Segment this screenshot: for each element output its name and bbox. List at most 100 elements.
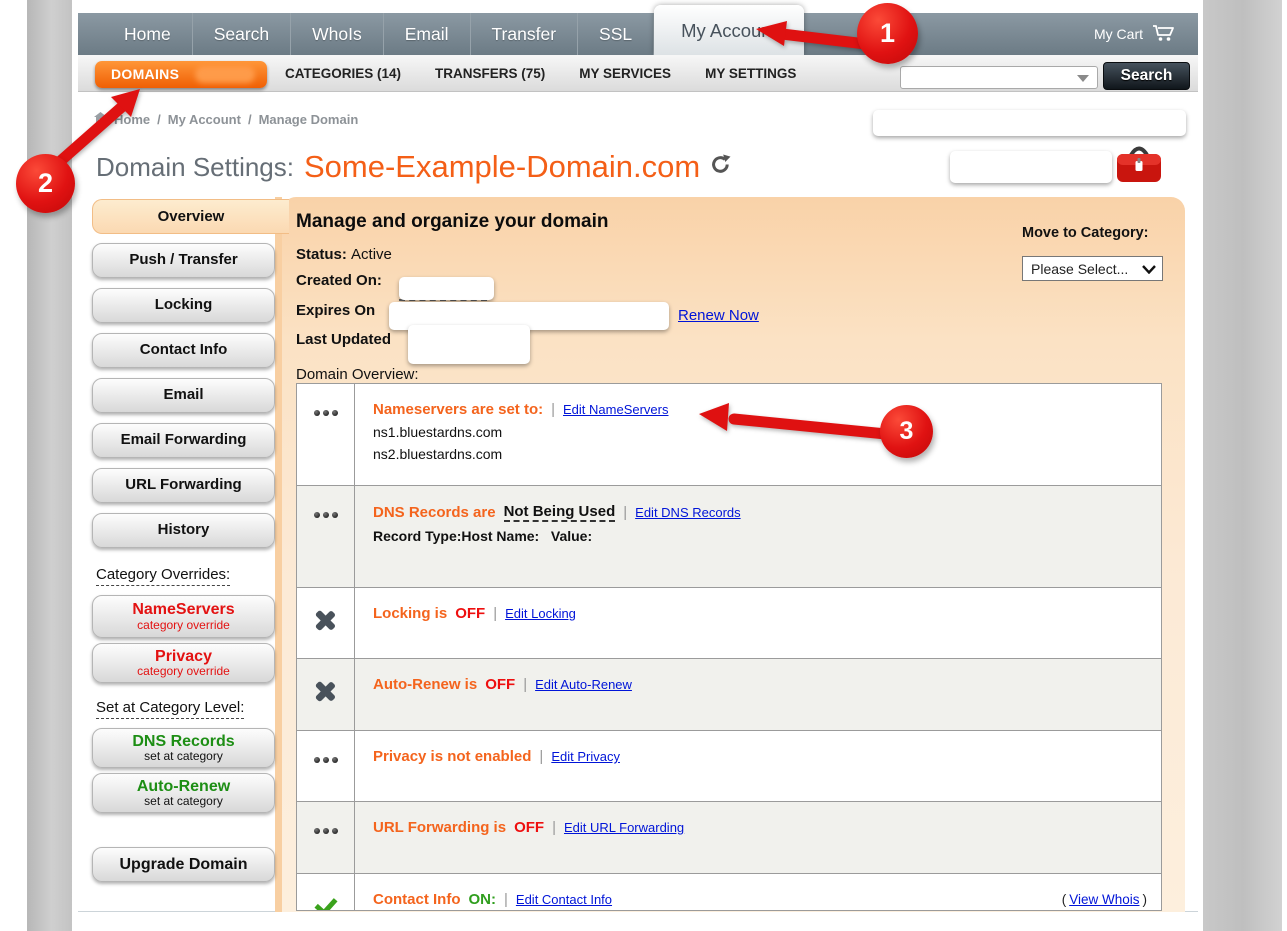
search-button[interactable]: Search <box>1103 62 1190 90</box>
table-row-auto-renew: Auto-Renew is OFF | Edit Auto-Renew <box>297 658 1161 730</box>
category-overrides-label: Category Overrides: <box>96 566 230 586</box>
dots-icon <box>314 757 338 801</box>
status-label: Status: <box>296 246 347 263</box>
domain-overview-table: Nameservers are set to: | Edit NameServe… <box>296 383 1162 911</box>
right-margin <box>1203 0 1282 931</box>
table-row-nameservers: Nameservers are set to: | Edit NameServe… <box>297 384 1161 485</box>
my-cart-label: My Cart <box>1094 26 1143 42</box>
renew-now-link[interactable]: Renew Now <box>678 307 759 324</box>
subnav-item-my-services[interactable]: MY SERVICES <box>579 66 671 81</box>
row-status: Not Being Used <box>504 503 616 522</box>
sidebar-item-email-forwarding[interactable]: Email Forwarding <box>92 423 275 458</box>
upgrade-domain-button[interactable]: Upgrade Domain <box>92 847 275 882</box>
subnav-item-transfers[interactable]: TRANSFERS (75) <box>435 66 545 81</box>
redacted-box <box>873 110 1186 136</box>
my-cart-button[interactable]: My Cart <box>1094 13 1198 55</box>
dots-icon <box>314 410 338 485</box>
sidebar-item-url-forwarding[interactable]: URL Forwarding <box>92 468 275 503</box>
status-value: Active <box>351 246 392 263</box>
category-select[interactable]: Please Select... <box>1022 256 1163 281</box>
category-level-label: Auto-Renew <box>137 778 230 796</box>
view-whois-link[interactable]: View Whois <box>1069 892 1139 907</box>
panel-edge <box>275 197 282 912</box>
domain-name: Some-Example-Domain.com <box>304 149 700 185</box>
main-nav: Home Search WhoIs Email Transfer SSL My … <box>78 13 1198 55</box>
refresh-icon[interactable] <box>710 154 731 180</box>
nameserver-value: ns2.bluestardns.com <box>373 446 1147 462</box>
sidebar-item-email[interactable]: Email <box>92 378 275 413</box>
sidebar-item-locking[interactable]: Locking <box>92 288 275 323</box>
tab-my-account[interactable]: My Account <box>654 5 804 55</box>
row-title: DNS Records are <box>373 504 496 521</box>
tab-search[interactable]: Search <box>193 13 291 55</box>
created-line: Created On: <box>296 272 382 289</box>
sidebar-item-history[interactable]: History <box>92 513 275 548</box>
set-at-category-label: Set at Category Level: <box>96 699 244 719</box>
domains-label: DOMAINS <box>111 66 179 82</box>
category-level-sublabel: set at category <box>144 795 223 808</box>
dots-icon <box>314 512 338 587</box>
updated-label: Last Updated <box>296 331 391 348</box>
chevron-down-icon <box>1142 265 1156 274</box>
cart-icon <box>1152 24 1176 45</box>
renew-now-wrap: Renew Now <box>678 307 759 324</box>
tab-home[interactable]: Home <box>103 13 193 55</box>
paren-close: ) <box>1143 892 1148 907</box>
sidebar-item-nameservers-override[interactable]: NameServers category override <box>92 595 275 638</box>
divider: | <box>504 891 508 908</box>
sidebar-item-contact-info[interactable]: Contact Info <box>92 333 275 368</box>
divider: | <box>551 401 555 418</box>
annotation-step-2: 2 <box>16 154 75 213</box>
sidebar-item-auto-renew-category[interactable]: Auto-Renew set at category <box>92 773 275 813</box>
tab-email[interactable]: Email <box>384 13 471 55</box>
annotation-step-3: 3 <box>880 405 933 458</box>
row-title: Privacy is not enabled <box>373 748 531 765</box>
table-row-dns-records: DNS Records are Not Being Used | Edit DN… <box>297 485 1161 587</box>
redacted-box <box>408 325 530 364</box>
subnav-domains-tab[interactable]: DOMAINS <box>95 61 267 88</box>
sidebar-item-privacy-override[interactable]: Privacy category override <box>92 643 275 683</box>
toolbox-icon[interactable] <box>1115 143 1163 187</box>
left-margin <box>27 0 72 931</box>
tab-transfer[interactable]: Transfer <box>471 13 579 55</box>
sidebar-item-overview[interactable]: Overview <box>92 199 289 234</box>
sidebar-item-push-transfer[interactable]: Push / Transfer <box>92 243 275 278</box>
breadcrumb-separator: / <box>157 112 161 127</box>
combo-dropdown-arrow-icon[interactable] <box>1077 75 1089 82</box>
subnav-item-my-settings[interactable]: MY SETTINGS <box>705 66 796 81</box>
created-label: Created On: <box>296 272 382 289</box>
quick-search-input[interactable] <box>905 68 1075 87</box>
edit-nameservers-link[interactable]: Edit NameServers <box>563 402 668 417</box>
row-title: Contact Info <box>373 891 461 908</box>
sidebar-item-dns-records-category[interactable]: DNS Records set at category <box>92 728 275 768</box>
view-whois-wrap: ( View Whois ) <box>1062 892 1147 907</box>
updated-line: Last Updated <box>296 331 391 348</box>
edit-dns-records-link[interactable]: Edit DNS Records <box>635 505 740 520</box>
edit-locking-link[interactable]: Edit Locking <box>505 606 576 621</box>
tab-whois[interactable]: WhoIs <box>291 13 384 55</box>
breadcrumb-home[interactable]: Home <box>114 112 150 127</box>
screen: Home Search WhoIs Email Transfer SSL My … <box>0 0 1287 931</box>
edit-url-forwarding-link[interactable]: Edit URL Forwarding <box>564 820 684 835</box>
x-icon <box>314 680 337 703</box>
edit-contact-info-link[interactable]: Edit Contact Info <box>516 892 612 907</box>
row-title: Nameservers are set to: <box>373 401 543 418</box>
subnav-items: CATEGORIES (14) TRANSFERS (75) MY SERVIC… <box>285 55 796 92</box>
tab-ssl[interactable]: SSL <box>578 13 654 55</box>
breadcrumb-my-account[interactable]: My Account <box>168 112 241 127</box>
domain-overview-label: Domain Overview: <box>296 366 419 383</box>
edit-privacy-link[interactable]: Edit Privacy <box>551 749 620 764</box>
dots-icon <box>314 828 338 873</box>
override-label: Privacy <box>155 648 212 666</box>
account-subnav: DOMAINS CATEGORIES (14) TRANSFERS (75) M… <box>78 55 1198 92</box>
edit-auto-renew-link[interactable]: Edit Auto-Renew <box>535 677 632 692</box>
breadcrumb-separator: / <box>248 112 252 127</box>
annotation-step-1: 1 <box>857 3 918 64</box>
row-title: URL Forwarding is <box>373 819 506 836</box>
nameserver-value: ns1.bluestardns.com <box>373 424 1147 440</box>
subnav-item-categories[interactable]: CATEGORIES (14) <box>285 66 401 81</box>
table-row-url-forwarding: URL Forwarding is OFF | Edit URL Forward… <box>297 801 1161 873</box>
redacted-box <box>399 277 494 300</box>
category-level-label: DNS Records <box>132 733 234 751</box>
row-title: Locking is <box>373 605 447 622</box>
